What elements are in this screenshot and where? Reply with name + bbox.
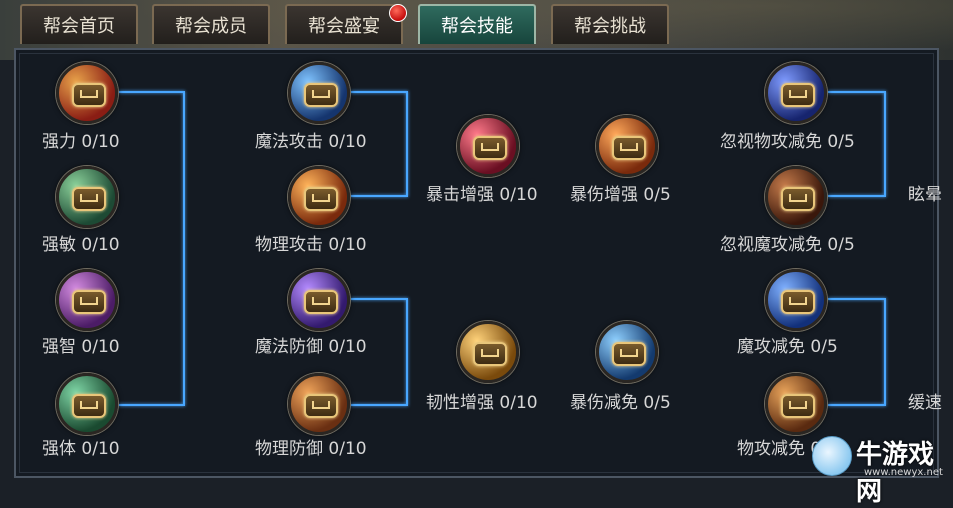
agility-icon[interactable] — [56, 166, 118, 228]
skill-label-agility: 强敏 0/10 — [42, 235, 120, 255]
crit-damage-reduce-icon[interactable] — [596, 321, 658, 383]
skill-label-toughness-boost: 韧性增强 0/10 — [426, 393, 538, 413]
crit-damage-boost-icon[interactable] — [596, 115, 658, 177]
skill-label-magic-reduce: 魔攻减免 0/5 — [737, 337, 838, 357]
ignore-physical-reduce-icon[interactable] — [765, 62, 827, 124]
physical-defense-icon[interactable] — [288, 373, 350, 435]
skill-label-stun-partial: 眩晕 — [908, 185, 942, 205]
skill-label-physical-attack: 物理攻击 0/10 — [255, 235, 367, 255]
site-watermark: 牛游戏网 www.newyx.net — [812, 430, 952, 507]
magic-attack-icon[interactable] — [288, 62, 350, 124]
magic-reduce-icon[interactable] — [765, 269, 827, 331]
skill-label-ignore-magic-reduce: 忽视魔攻减免 0/5 — [720, 235, 855, 255]
crit-boost-icon[interactable] — [457, 115, 519, 177]
skill-label-magic-defense: 魔法防御 0/10 — [255, 337, 367, 357]
skill-label-strength: 强力 0/10 — [42, 132, 120, 152]
skill-label-physical-defense: 物理防御 0/10 — [255, 439, 367, 459]
intellect-icon[interactable] — [56, 269, 118, 331]
ignore-magic-reduce-icon[interactable] — [765, 166, 827, 228]
mascot-logo-icon — [812, 436, 852, 476]
physical-reduce-icon[interactable] — [765, 373, 827, 435]
magic-defense-icon[interactable] — [288, 269, 350, 331]
strength-icon[interactable] — [56, 62, 118, 124]
skill-label-ignore-physical-reduce: 忽视物攻减免 0/5 — [720, 132, 855, 152]
physical-attack-icon[interactable] — [288, 166, 350, 228]
skill-label-slow-partial: 缓速 — [908, 393, 942, 413]
skill-label-intellect: 强智 0/10 — [42, 337, 120, 357]
toughness-boost-icon[interactable] — [457, 321, 519, 383]
skill-label-stamina: 强体 0/10 — [42, 439, 120, 459]
stamina-icon[interactable] — [56, 373, 118, 435]
watermark-url: www.newyx.net — [864, 467, 943, 478]
skill-label-crit-boost: 暴击增强 0/10 — [426, 185, 538, 205]
skill-label-crit-damage-boost: 暴伤增强 0/5 — [570, 185, 671, 205]
skill-label-crit-damage-reduce: 暴伤减免 0/5 — [570, 393, 671, 413]
skill-label-magic-attack: 魔法攻击 0/10 — [255, 132, 367, 152]
